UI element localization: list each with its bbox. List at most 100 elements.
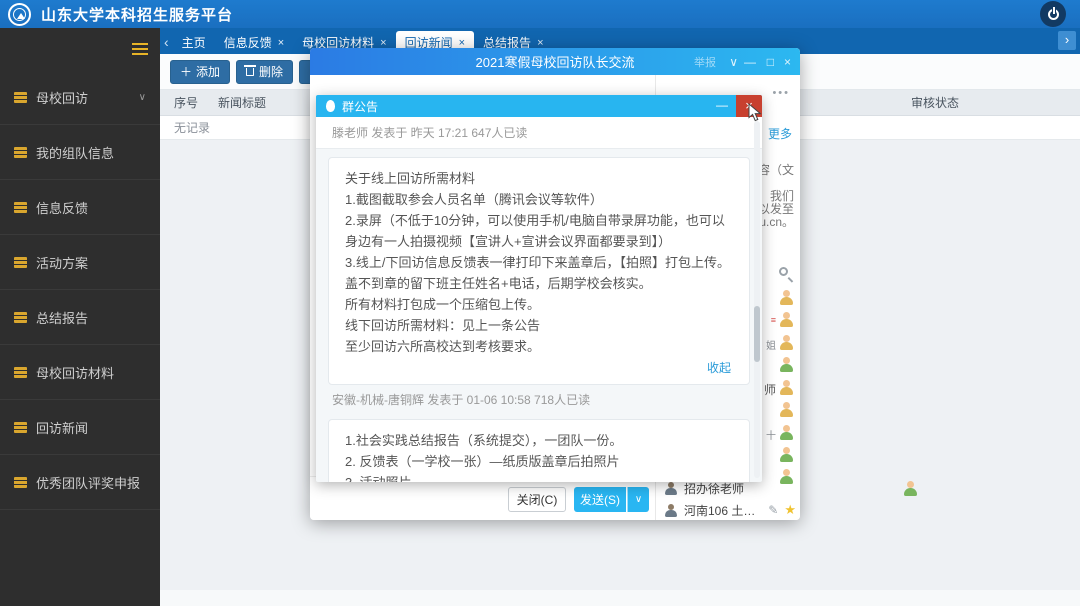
tab-label: 主页 [181, 36, 206, 50]
menu-item-icon [14, 366, 27, 378]
sidebar-item-label: 母校回访 [36, 90, 89, 106]
menu-item-icon [14, 91, 27, 103]
sidebar-menu: 母校回访 ∨ 我的组队信息 信息反馈 活动方案 总结报告 母校回访材料 回访新闻 [0, 70, 160, 510]
close-icon[interactable]: × [736, 95, 762, 117]
sidebar-item-label: 总结报告 [36, 310, 89, 326]
member-avatar[interactable] [779, 425, 795, 440]
post-line: 1.截图截取参会人员名单（腾讯会议等软件） [345, 192, 603, 207]
sidebar-item-label: 母校回访材料 [36, 365, 115, 381]
top-header: 山东大学本科招生服务平台 [0, 0, 1080, 28]
menu-item-icon [14, 201, 27, 213]
power-icon [1047, 6, 1059, 20]
sidebar-item-label: 优秀团队评奖申报 [36, 475, 141, 491]
member-avatar [664, 503, 678, 517]
announcement-post: 关于线上回访所需材料 1.截图截取参会人员名单（腾讯会议等软件） 2.录屏（不低… [328, 157, 750, 385]
post-line: 3. 活动照片 [345, 472, 733, 482]
member-avatar [903, 480, 919, 496]
scrollbar-thumb[interactable] [754, 306, 760, 362]
sidebar-item-team-info[interactable]: 我的组队信息 [0, 125, 160, 180]
sidebar-item-revisit-news[interactable]: 回访新闻 [0, 400, 160, 455]
chevron-down-icon: ∨ [138, 91, 146, 103]
sidebar: 母校回访 ∨ 我的组队信息 信息反馈 活动方案 总结报告 母校回访材料 回访新闻 [0, 28, 160, 606]
add-button[interactable]: ＋添加 [170, 59, 231, 84]
chat-titlebar[interactable]: 2021寒假母校回访队长交流 举报 ∨ — □ × [310, 48, 800, 75]
tab-close-icon[interactable]: × [459, 37, 465, 49]
tab-close-icon[interactable]: × [278, 37, 284, 49]
member-row[interactable]: 河南106 土建 焦 ✎ ★ [664, 501, 796, 519]
sidebar-item-feedback[interactable]: 信息反馈 [0, 180, 160, 235]
send-options-chevron-icon[interactable]: ∨ [627, 487, 649, 512]
member-avatar[interactable] [779, 357, 795, 372]
post-line: 关于线上回访所需材料 [345, 171, 476, 186]
post-line: 线下回访所需材料：见上一条公告 [345, 318, 541, 333]
sidebar-item-award-apply[interactable]: 优秀团队评奖申报 [0, 455, 160, 510]
member-avatar[interactable] [779, 447, 795, 462]
menu-item-icon [14, 146, 27, 158]
close-icon[interactable]: × [784, 48, 791, 75]
dialog-scrollbar[interactable] [754, 121, 760, 478]
menu-item-icon [14, 476, 27, 488]
page-title: 山东大学本科招生服务平台 [41, 6, 234, 24]
menu-item-icon [14, 256, 27, 268]
delete-button[interactable]: 删除 [236, 59, 294, 84]
announcement-post: 1.社会实践总结报告（系统提交），一团队一份。 2. 反馈表（一学校一张）—纸质… [328, 419, 750, 482]
logout-button[interactable] [1040, 1, 1066, 27]
tab-close-icon[interactable]: × [380, 37, 386, 49]
tab-label: 信息反馈 [223, 36, 272, 50]
member-name: 招办徐老师 [684, 481, 745, 496]
qq-penguin-icon [326, 100, 335, 112]
member-avatar[interactable] [779, 312, 795, 327]
tab-close-icon[interactable]: × [537, 37, 543, 49]
send-button[interactable]: 发送(S) [574, 487, 626, 512]
search-icon[interactable] [779, 267, 788, 276]
edit-pencil-icon[interactable]: ✎ [768, 503, 778, 517]
post-author-line: 安徽-机械-唐铜辉 发表于 01-06 10:58 718人已读 [332, 393, 591, 407]
column-header-status: 审核状态 [910, 96, 959, 110]
chat-footer: 关闭(C) 发送(S) ∨ [310, 476, 655, 520]
member-name: 河南106 土建 焦 [684, 503, 765, 518]
minimize-icon[interactable]: — [716, 95, 728, 117]
minimize-icon[interactable]: — [744, 48, 756, 75]
menu-item-icon [14, 311, 27, 323]
menu-toggle-button[interactable] [128, 40, 152, 60]
member-avatar[interactable] [779, 402, 795, 417]
trash-icon [244, 64, 257, 76]
empty-text: 无记录 [174, 121, 211, 135]
chevron-down-icon[interactable]: ∨ [729, 48, 738, 75]
post-line: 至少回访六所高校达到考核要求。 [345, 339, 541, 354]
sidebar-item-activity-plan[interactable]: 活动方案 [0, 235, 160, 290]
tab-home[interactable]: 主页 [173, 31, 215, 54]
sidebar-item-label: 活动方案 [36, 255, 89, 271]
more-menu-icon[interactable]: ••• [772, 87, 790, 99]
close-dialog-button[interactable]: 关闭(C) [508, 487, 566, 512]
member-avatar[interactable] [779, 380, 795, 395]
post-author-line: 滕老师 发表于 昨天 17:21 647人已读 [316, 117, 762, 149]
collapse-link[interactable]: 收起 [345, 357, 733, 376]
dialog-titlebar[interactable]: 群公告 — × [316, 95, 762, 117]
announcement-preview-fragment: 容（文 [757, 163, 794, 177]
maximize-icon[interactable]: □ [767, 48, 774, 75]
column-header-index: 序号 [174, 96, 199, 110]
post-line: 所有材料打包成一个压缩包上传。 [345, 297, 541, 312]
tab-feedback[interactable]: 信息反馈 × [215, 31, 293, 54]
dialog-body: 滕老师 发表于 昨天 17:21 647人已读 关于线上回访所需材料 1.截图截… [316, 117, 762, 482]
plus-icon: ＋ [180, 65, 193, 79]
favorite-star-icon[interactable]: ★ [784, 502, 796, 518]
sidebar-item-summary-report[interactable]: 总结报告 [0, 290, 160, 345]
sidebar-item-label: 回访新闻 [36, 420, 89, 436]
tab-scroll-right-icon[interactable]: › [1058, 31, 1076, 50]
menu-item-icon [14, 421, 27, 433]
report-button[interactable]: 举报 [694, 48, 716, 75]
post-line: 3.线上/下回访信息反馈表一律打印下来盖章后，【拍照】打包上传。盖不到章的留下班… [345, 255, 730, 291]
post-line: 2.录屏（不低于10分钟，可以使用手机/电脑自带录屏功能，也可以身边有一人拍摄视… [345, 213, 725, 249]
post-line: 1.社会实践总结报告（系统提交），一团队一份。 [345, 433, 623, 448]
group-announcement-dialog: 群公告 — × 滕老师 发表于 昨天 17:21 647人已读 关于线上回访所需… [316, 95, 762, 482]
member-avatar[interactable] [779, 335, 795, 350]
sidebar-item-revisit-material[interactable]: 母校回访材料 [0, 345, 160, 400]
sidebar-item-muxiaohuifang[interactable]: 母校回访 ∨ [0, 70, 160, 125]
tab-scroll-left-icon[interactable]: ‹ [164, 34, 169, 50]
member-avatar[interactable] [779, 290, 795, 305]
more-link[interactable]: 更多 [768, 125, 792, 142]
content-footer-strip [160, 590, 1080, 606]
sidebar-item-label: 我的组队信息 [36, 145, 115, 161]
